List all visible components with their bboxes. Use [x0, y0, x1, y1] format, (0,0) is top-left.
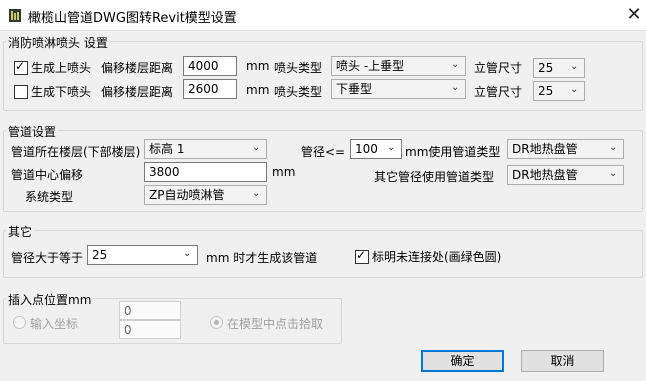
chevron-down-icon: ⌄: [451, 59, 460, 70]
input-coords-label: 输入坐标: [30, 317, 79, 331]
min-diameter-value: 25: [92, 248, 108, 262]
system-type-select[interactable]: ZP自动喷淋管 ⌄: [144, 185, 267, 205]
lower-sprinkler-checkbox[interactable]: [14, 85, 28, 99]
upper-type-select[interactable]: 喷头 -上垂型 ⌄: [331, 56, 466, 76]
chevron-down-icon: ⌄: [609, 168, 618, 179]
mark-unconnected-checkbox[interactable]: [355, 248, 369, 264]
chevron-down-icon: ⌄: [387, 142, 396, 153]
upper-riser-label: 立管尺寸: [474, 61, 523, 75]
diameter-value: 100: [355, 142, 378, 156]
lower-type-value: 下垂型: [336, 82, 373, 96]
upper-offset-label: 偏移楼层距离: [101, 61, 174, 75]
ok-button[interactable]: 确定: [421, 350, 504, 372]
mark-unconnected-label: 标明未连接处(画绿色圆): [372, 250, 502, 264]
chevron-down-icon: ⌄: [570, 84, 579, 95]
lower-type-label: 喷头类型: [274, 85, 323, 99]
pipe-level-select[interactable]: 标高 1 ⌄: [144, 139, 267, 159]
chevron-down-icon: ⌄: [609, 142, 618, 153]
window-title: 橄榄山管道DWG图转Revit模型设置: [28, 11, 237, 26]
lower-riser-label: 立管尺寸: [474, 85, 523, 99]
upper-sprinkler-checkbox[interactable]: [14, 59, 28, 75]
cancel-button[interactable]: 取消: [521, 350, 604, 372]
min-diameter-label: 管径大于等于: [11, 251, 84, 265]
diameter-select[interactable]: 100 ⌄: [350, 139, 402, 159]
pipe-center-offset-input[interactable]: 3800: [144, 162, 267, 182]
chevron-down-icon: ⌄: [183, 248, 192, 259]
diameter-pipe-type-select[interactable]: DR地热盘管 ⌄: [507, 139, 624, 159]
upper-riser-select[interactable]: 25 ⌄: [533, 58, 585, 78]
pipe-level-value: 标高 1: [149, 142, 185, 156]
upper-sprinkler-label: 生成上喷头: [31, 61, 92, 75]
upper-riser-value: 25: [538, 61, 554, 75]
chevron-down-icon: ⌄: [570, 61, 579, 72]
pipe-group-label: 管道设置: [6, 123, 59, 140]
system-type-label: 系统类型: [25, 190, 74, 204]
chevron-down-icon: ⌄: [451, 82, 460, 93]
sprinkler-group-label: 消防喷淋喷头 设置: [6, 34, 110, 51]
app-icon: [9, 9, 21, 22]
lower-riser-value: 25: [538, 84, 554, 98]
lower-offset-label: 偏移楼层距离: [101, 85, 174, 99]
pipe-level-label: 管道所在楼层(下部楼层): [11, 145, 141, 159]
other-pipe-type-label: 其它管径使用管道类型: [374, 170, 495, 184]
lower-sprinkler-label: 生成下喷头: [31, 85, 92, 99]
insert-y-input[interactable]: 0: [119, 320, 181, 339]
pipe-center-offset-label: 管道中心偏移: [11, 168, 84, 182]
min-diameter-suffix: mm 时才生成该管道: [206, 251, 318, 265]
upper-type-value: 喷头 -上垂型: [336, 59, 405, 73]
diameter-use-label: mm使用管道类型: [405, 145, 501, 159]
diameter-label: 管径<=: [301, 145, 346, 159]
lower-riser-select[interactable]: 25 ⌄: [533, 81, 585, 101]
lower-offset-unit: mm: [246, 83, 270, 97]
upper-offset-input[interactable]: 4000: [183, 56, 237, 76]
other-group-label: 其它: [6, 223, 35, 240]
pick-in-model-radio[interactable]: [210, 316, 223, 329]
chevron-down-icon: ⌄: [252, 142, 261, 153]
title-bar: 橄榄山管道DWG图转Revit模型设置 ✕: [0, 0, 646, 31]
insert-point-group-label: 插入点位置mm: [6, 291, 94, 308]
other-pipe-type-select[interactable]: DR地热盘管 ⌄: [507, 165, 624, 185]
pipe-center-offset-unit: mm: [272, 165, 296, 179]
pick-in-model-label: 在模型中点击拾取: [227, 317, 324, 331]
other-pipe-type-value: DR地热盘管: [512, 168, 578, 182]
close-icon[interactable]: ✕: [622, 3, 646, 27]
lower-type-select[interactable]: 下垂型 ⌄: [331, 79, 466, 99]
upper-type-label: 喷头类型: [274, 61, 323, 75]
lower-offset-input[interactable]: 2600: [183, 79, 237, 99]
upper-offset-unit: mm: [246, 59, 270, 73]
min-diameter-select[interactable]: 25 ⌄: [87, 245, 198, 265]
system-type-value: ZP自动喷淋管: [149, 188, 225, 202]
diameter-pipe-type-value: DR地热盘管: [512, 142, 578, 156]
input-coords-radio[interactable]: [13, 316, 26, 329]
chevron-down-icon: ⌄: [252, 188, 261, 199]
insert-x-input[interactable]: 0: [119, 301, 181, 320]
